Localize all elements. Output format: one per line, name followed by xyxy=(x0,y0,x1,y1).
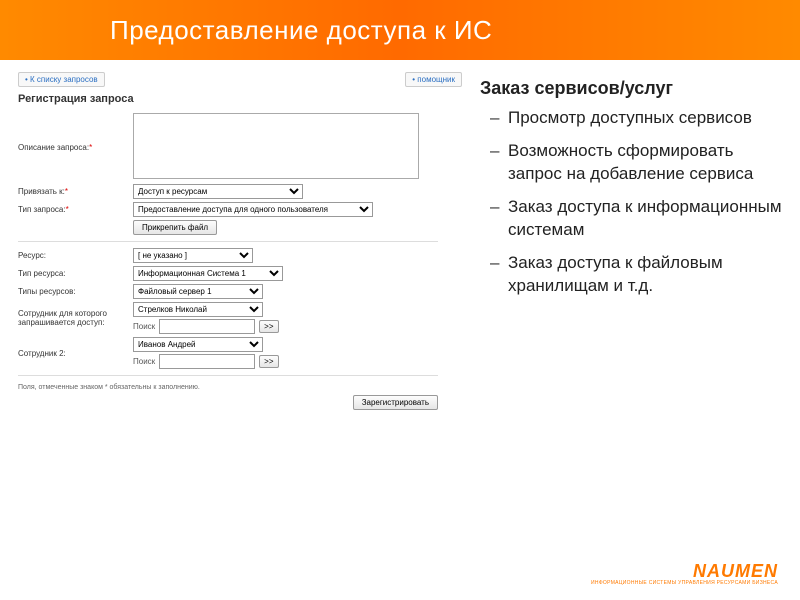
resource-types-label: Типы ресурсов: xyxy=(18,287,133,296)
help-link[interactable]: • помощник xyxy=(405,72,462,87)
employee1-label: Сотрудник для которого запрашивается дос… xyxy=(18,309,133,327)
employee2-select[interactable]: Иванов Андрей xyxy=(133,337,263,352)
bind-to-label: Привязать к:* xyxy=(18,187,133,196)
bind-to-select[interactable]: Доступ к ресурсам xyxy=(133,184,303,199)
resource-type-label: Тип ресурса: xyxy=(18,269,133,278)
slide-title: Предоставление доступа к ИС xyxy=(110,15,492,46)
bullets-title: Заказ сервисов/услуг xyxy=(480,78,782,99)
back-to-list-link[interactable]: • К списку запросов xyxy=(18,72,105,87)
attach-file-button[interactable]: Прикрепить файл xyxy=(133,220,217,235)
bullet-item: Просмотр доступных сервисов xyxy=(494,107,782,130)
description-label: Описание запроса:* xyxy=(18,143,133,152)
help-label: помощник xyxy=(417,75,455,84)
bullet-panel: Заказ сервисов/услуг Просмотр доступных … xyxy=(470,60,800,600)
employee2-search-input[interactable] xyxy=(159,354,255,369)
resource-label: Ресурс: xyxy=(18,251,133,260)
resource-types-select[interactable]: Файловый сервер 1 xyxy=(133,284,263,299)
form-screenshot: • К списку запросов • помощник Регистрац… xyxy=(0,60,470,600)
bullet-item: Заказ доступа к файловым хранилищам и т.… xyxy=(494,252,782,298)
back-to-list-label: К списку запросов xyxy=(30,75,98,84)
brand-logo: NAUMEN ИНФОРМАЦИОННЫЕ СИСТЕМЫ УПРАВЛЕНИЯ… xyxy=(591,561,778,586)
bullet-item: Возможность сформировать запрос на добав… xyxy=(494,140,782,186)
brand-name: NAUMEN xyxy=(693,561,778,581)
employee2-label: Сотрудник 2: xyxy=(18,349,133,358)
resource-type-select[interactable]: Информационная Система 1 xyxy=(133,266,283,281)
register-button[interactable]: Зарегистрировать xyxy=(353,395,438,410)
employee1-search-input[interactable] xyxy=(159,319,255,334)
employee1-search-label: Поиск xyxy=(133,322,155,331)
resource-select[interactable]: [ не указано ] xyxy=(133,248,253,263)
employee2-search-button[interactable]: >> xyxy=(259,355,278,368)
employee1-select[interactable]: Стрелков Николай xyxy=(133,302,263,317)
title-banner: Предоставление доступа к ИС xyxy=(0,0,800,60)
required-footnote: Поля, отмеченные знаком * обязательны к … xyxy=(18,384,462,391)
divider xyxy=(18,375,438,376)
divider xyxy=(18,241,438,242)
description-textarea[interactable] xyxy=(133,113,419,179)
brand-tagline: ИНФОРМАЦИОННЫЕ СИСТЕМЫ УПРАВЛЕНИЯ РЕСУРС… xyxy=(591,580,778,586)
request-type-label: Тип запроса:* xyxy=(18,205,133,214)
employee1-search-button[interactable]: >> xyxy=(259,320,278,333)
form-heading: Регистрация запроса xyxy=(18,93,462,105)
bullet-item: Заказ доступа к информационным системам xyxy=(494,196,782,242)
request-type-select[interactable]: Предоставление доступа для одного пользо… xyxy=(133,202,373,217)
employee2-search-label: Поиск xyxy=(133,357,155,366)
